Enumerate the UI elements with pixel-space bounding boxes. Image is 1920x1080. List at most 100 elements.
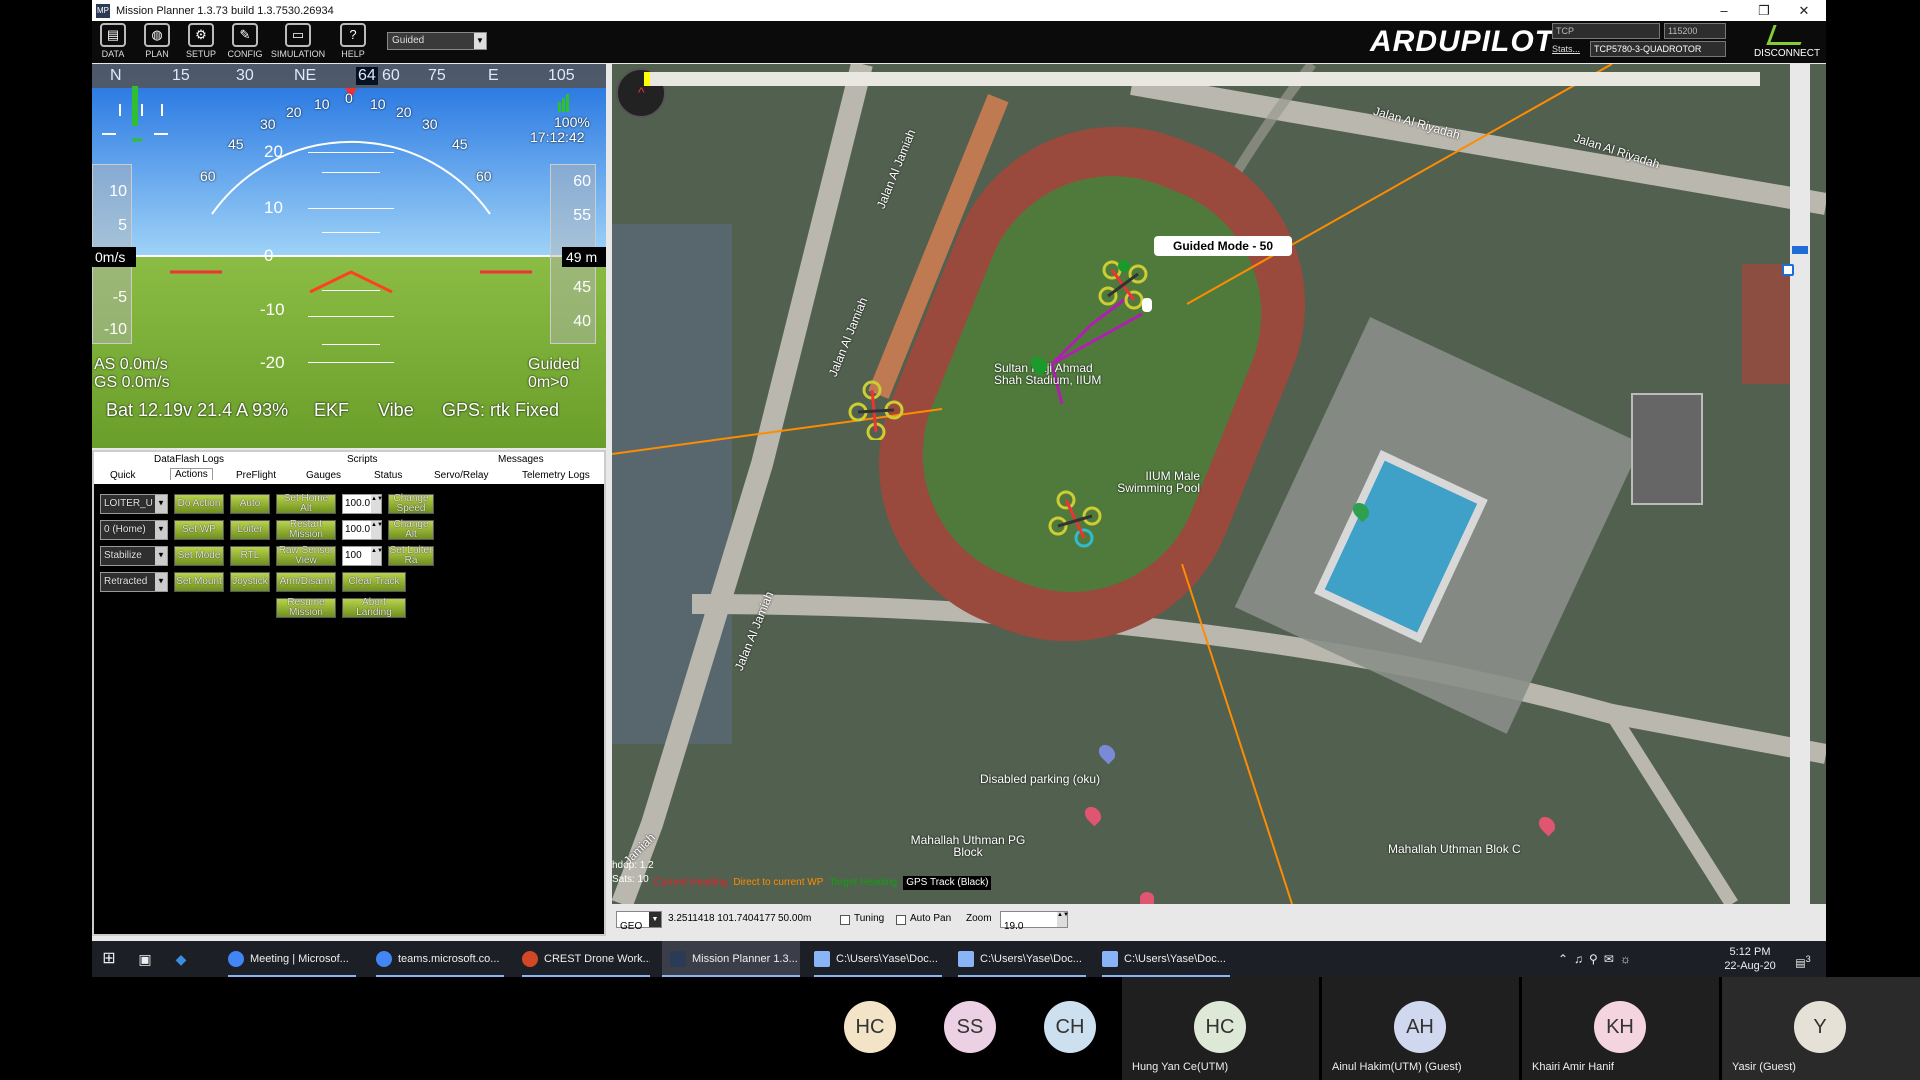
tab-preflight[interactable]: PreFlight [236, 470, 276, 481]
tab-status[interactable]: Status [374, 470, 402, 481]
do-action-button[interactable]: Do Action [174, 494, 224, 514]
spinner-icon[interactable]: ▲▼ [371, 495, 383, 513]
vehicle-select[interactable]: TCP5780-3-QUADROTOR [1590, 41, 1726, 57]
abort-landing-button[interactable]: Abort Landing [342, 598, 406, 618]
connection-type-select[interactable]: TCP [1552, 23, 1660, 39]
powerpoint-icon [522, 951, 538, 968]
restart-mission-button[interactable]: Restart Mission [276, 520, 336, 540]
ardupilot-logo: ARDUPILOT [1370, 25, 1554, 58]
tab-gauges[interactable]: Gauges [306, 470, 341, 481]
taskbar-item[interactable]: teams.microsoft.co... [376, 941, 504, 977]
pitch-line [322, 344, 380, 345]
participant-avatar: AH [1394, 1001, 1446, 1053]
taskbar-item[interactable]: C:\Users\Yase\Doc... [1102, 941, 1230, 977]
help-button[interactable]: ? HELP [332, 23, 374, 61]
tab-row-2: Quick Actions PreFlight Gauges Status Se… [94, 468, 604, 484]
coord-type-select[interactable]: GEO ▼ [616, 911, 662, 932]
waypoint-select[interactable]: 0 (Home) ▼ [100, 520, 168, 540]
legend-current-heading: Current Heading [654, 877, 728, 888]
taskbar-item[interactable]: C:\Users\Yase\Doc... [958, 941, 1086, 977]
setup-button[interactable]: ⚙ SETUP [180, 23, 222, 61]
joystick-button[interactable]: Joystick [230, 572, 270, 592]
participant-avatar[interactable]: SS [944, 1001, 996, 1053]
notifications-icon[interactable]: ▤3 [1786, 941, 1820, 977]
participant-tile[interactable]: HC Hung Yan Ce(UTM) [1122, 977, 1319, 1080]
config-button[interactable]: ✎ CONFIG [224, 23, 266, 61]
arm-disarm-button[interactable]: Arm/Disarm [276, 572, 336, 592]
taskbar-item[interactable]: Meeting | Microsof... [228, 941, 356, 977]
maximize-button[interactable]: ❐ [1744, 0, 1784, 21]
map-marker-icon[interactable] [1782, 264, 1794, 276]
set-mount-button[interactable]: Set Mount [174, 572, 224, 592]
spinner-icon[interactable]: ▲▼ [1057, 912, 1069, 927]
tab-scripts[interactable]: Scripts [347, 454, 378, 465]
tab-messages[interactable]: Messages [498, 454, 544, 465]
pinned-app-icon[interactable]: ◆ [164, 941, 198, 977]
stats-link[interactable]: Stats... [1552, 44, 1580, 54]
tab-quick[interactable]: Quick [110, 470, 136, 481]
data-button[interactable]: ▤ DATA [92, 23, 134, 61]
map-pin-icon[interactable] [1140, 892, 1154, 904]
taskbar-item[interactable]: C:\Users\Yase\Doc... [814, 941, 942, 977]
altitude-input[interactable]: 100.0 ▲▼ [342, 520, 383, 540]
taskbar-item[interactable]: CREST Drone Work... [522, 941, 650, 977]
alt-tick: 45 [573, 279, 591, 296]
mission-command-select[interactable]: LOITER_U ▼ [100, 494, 168, 514]
flight-mode-select[interactable]: Guided ▼ [387, 32, 487, 50]
tab-actions[interactable]: Actions [170, 468, 213, 480]
resume-mission-button[interactable]: Resume Mission [276, 598, 336, 618]
set-mode-button[interactable]: Set Mode [174, 546, 224, 566]
set-home-alt-button[interactable]: Set Home Alt [276, 494, 336, 514]
tab-dataflash-logs[interactable]: DataFlash Logs [154, 454, 224, 465]
ekf-status[interactable]: EKF [314, 400, 349, 421]
tab-servo-relay[interactable]: Servo/Relay [434, 470, 488, 481]
clock[interactable]: 5:12 PM 22-Aug-20 [1720, 941, 1780, 977]
tuning-checkbox[interactable] [840, 915, 850, 925]
plan-button[interactable]: ◍ PLAN [136, 23, 178, 61]
chevron-down-icon: ▼ [649, 912, 661, 927]
baud-rate-select[interactable]: 115200 [1664, 23, 1726, 39]
auto-button[interactable]: Auto [230, 494, 270, 514]
raw-sensor-view-button[interactable]: Raw Sensor View [276, 546, 336, 566]
participant-avatar[interactable]: CH [1044, 1001, 1096, 1053]
participant-tile[interactable]: Y Yasir (Guest) [1722, 977, 1920, 1080]
waypoint-quad-icon[interactable] [1046, 490, 1116, 550]
start-button[interactable]: ⊞ [92, 941, 126, 977]
minimize-button[interactable]: – [1704, 0, 1744, 21]
auto-pan-checkbox[interactable] [896, 915, 906, 925]
zoom-input[interactable]: 19.0 ▲▼ [1000, 911, 1069, 932]
change-speed-button[interactable]: Change Speed [388, 494, 434, 514]
participant-tile[interactable]: AH Ainul Hakim(UTM) (Guest) [1322, 977, 1519, 1080]
hud-display[interactable]: N 15 30 NE 64 60 75 E 105 20 10 0 -10 -2… [92, 64, 606, 448]
pitch-line [322, 290, 380, 291]
simulation-button[interactable]: ▭ SIMULATION [268, 23, 328, 61]
set-loiter-rad-button[interactable]: Set Loiter Ra [388, 546, 434, 566]
set-wp-button[interactable]: Set WP [174, 520, 224, 540]
altitude-slider-thumb[interactable] [1792, 246, 1808, 254]
vibe-status[interactable]: Vibe [378, 400, 414, 421]
mode-select[interactable]: Stabilize ▼ [100, 546, 168, 566]
loiter-radius-input[interactable]: 100 ▲▼ [342, 546, 383, 566]
change-alt-button[interactable]: Change Alt [388, 520, 434, 540]
taskbar-item-active[interactable]: Mission Planner 1.3... [662, 941, 800, 977]
aircraft-symbol [309, 270, 393, 294]
spinner-icon[interactable]: ▲▼ [371, 521, 383, 539]
waypoint-quad-icon[interactable] [848, 380, 918, 440]
altitude-slider-track[interactable] [1790, 64, 1810, 904]
map-view[interactable]: ^ Jalan Al Riyadah Jalan Al Riyadah Jala… [612, 64, 1826, 904]
loiter-button[interactable]: Loiter [230, 520, 270, 540]
spinner-icon[interactable]: ▲▼ [371, 547, 383, 565]
speed-input[interactable]: 100.0 ▲▼ [342, 494, 383, 514]
mount-select[interactable]: Retracted ▼ [100, 572, 168, 592]
tab-telemetry-logs[interactable]: Telemetry Logs [522, 470, 590, 481]
disconnect-button[interactable]: DISCONNECT [1752, 25, 1822, 59]
clear-track-button[interactable]: Clear Track [342, 572, 406, 592]
meeting-participants-bar: HC SS CH HC Hung Yan Ce(UTM) AH Ainul Ha… [0, 977, 1920, 1080]
close-button[interactable]: ✕ [1784, 0, 1824, 21]
participant-avatar[interactable]: HC [844, 1001, 896, 1053]
progress-bar [644, 72, 1760, 86]
participant-tile[interactable]: KH Khairi Amir Hanif [1522, 977, 1719, 1080]
task-view-icon[interactable]: ▣ [128, 941, 162, 977]
system-tray[interactable]: ⌃♫⚲✉☼ [1558, 941, 1708, 977]
rtl-button[interactable]: RTL [230, 546, 270, 566]
